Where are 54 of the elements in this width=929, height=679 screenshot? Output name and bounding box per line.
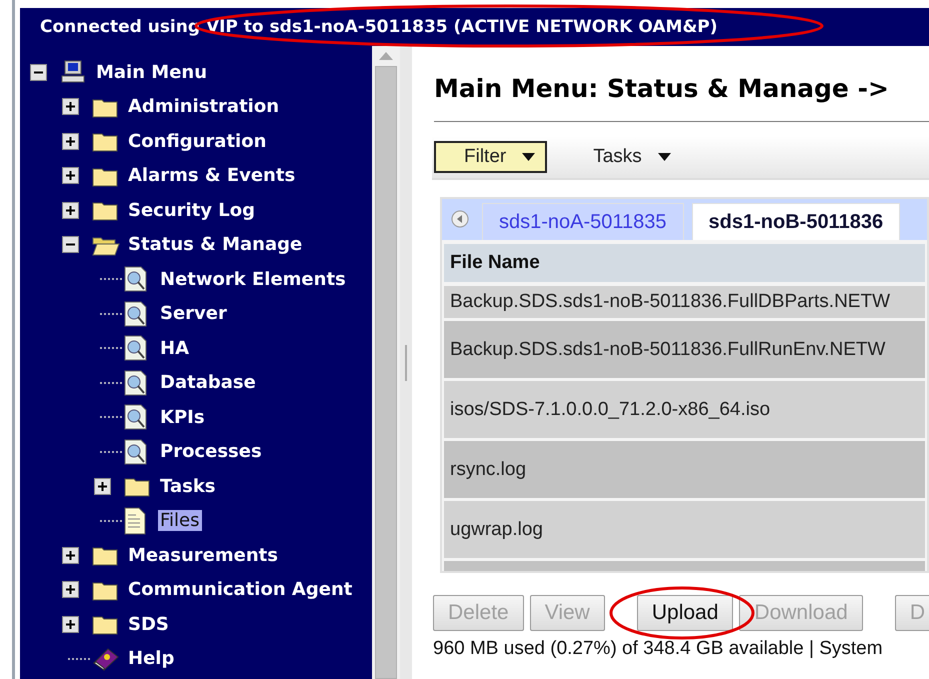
tree-item[interactable]: Configuration [126, 130, 268, 152]
document-search-icon [124, 300, 148, 327]
table-cell[interactable]: Backup.SDS.sds1-noB-5011836.FullDBParts.NETW [444, 286, 925, 318]
tree-item[interactable]: Status & Manage [126, 234, 304, 256]
expand-button[interactable] [62, 98, 79, 116]
scroll-left-icon[interactable] [450, 208, 470, 228]
collapse-button[interactable] [62, 236, 79, 254]
tree-item[interactable]: Tasks [158, 476, 218, 497]
tree-item[interactable]: Database [158, 372, 258, 394]
document-search-icon [124, 404, 148, 430]
table-cell[interactable]: ugwrap.log [444, 501, 925, 558]
tree-item[interactable]: Processes [158, 441, 264, 462]
tree-item[interactable]: KPIs [158, 406, 207, 428]
page-title: Main Menu: Status & Manage -> [434, 74, 890, 103]
expand-button[interactable] [62, 546, 79, 564]
action-button[interactable]: Upload [636, 595, 734, 631]
tab[interactable]: sds1-noB-5011836 [692, 203, 900, 240]
document-icon [124, 506, 146, 535]
expand-button[interactable] [94, 478, 111, 495]
document-search-icon [124, 438, 148, 465]
tree-item[interactable]: SDS [126, 614, 171, 635]
expand-button[interactable] [62, 132, 79, 150]
expand-button[interactable] [62, 202, 79, 219]
tree-item[interactable]: Alarms & Events [126, 165, 298, 186]
tree-item[interactable]: Main Menu [94, 62, 210, 83]
tree-item[interactable]: Files [158, 510, 202, 532]
caret-icon [522, 153, 536, 161]
scrollbar[interactable] [372, 46, 400, 679]
help-book-icon [92, 646, 120, 671]
tree-item[interactable]: Security Log [126, 200, 258, 221]
column-header[interactable]: File Name [444, 244, 925, 282]
expand-button[interactable] [62, 581, 79, 598]
expand-button[interactable] [62, 167, 79, 184]
tree-item[interactable]: Network Elements [158, 268, 348, 290]
tree-item[interactable]: Communication Agent [126, 579, 354, 600]
caret-icon [658, 153, 671, 161]
storage-status: 960 MB used (0.27%) of 348.4 GB available | System [432, 638, 884, 660]
tree-item[interactable]: HA [158, 338, 191, 359]
tab[interactable]: sds1-noA-5011835 [482, 203, 684, 240]
tree-item[interactable]: Administration [126, 96, 282, 118]
table-cell[interactable]: isos/SDS-7.1.0.0.0_71.2.0-x86_64.iso [444, 381, 925, 438]
menu-button[interactable]: Tasks [563, 141, 683, 173]
tree-item[interactable]: Server [158, 303, 229, 324]
document-search-icon [124, 266, 148, 292]
tree-item[interactable]: Help [126, 648, 176, 670]
document-search-icon [124, 335, 148, 362]
menu-button[interactable]: Filter [434, 141, 548, 173]
tree-item[interactable]: Measurements [126, 544, 280, 566]
expand-button[interactable] [62, 616, 79, 633]
table-cell[interactable]: Backup.SDS.sds1-noB-5011836.FullRunEnv.NETW [444, 321, 925, 378]
collapse-button[interactable] [30, 64, 47, 81]
document-search-icon [124, 370, 148, 396]
computer-icon [60, 60, 86, 84]
table-cell[interactable]: rsync.log [444, 441, 925, 498]
